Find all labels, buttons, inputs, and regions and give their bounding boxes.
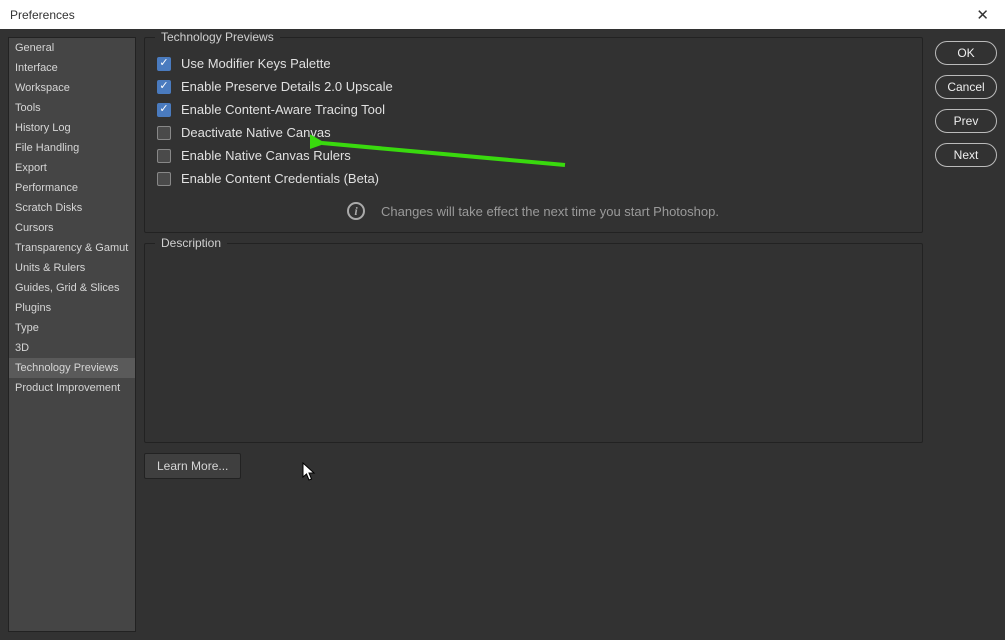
- sidebar-item-interface[interactable]: Interface: [9, 58, 135, 78]
- sidebar-item-cursors[interactable]: Cursors: [9, 218, 135, 238]
- sidebar-item-general[interactable]: General: [9, 38, 135, 58]
- preferences-window: Preferences ✕ GeneralInterfaceWorkspaceT…: [0, 0, 1005, 640]
- option-row: ✓ Enable Content-Aware Tracing Tool: [157, 98, 910, 121]
- option-label[interactable]: Use Modifier Keys Palette: [181, 56, 331, 71]
- option-row: ✓ Use Modifier Keys Palette: [157, 52, 910, 75]
- option-label[interactable]: Deactivate Native Canvas: [181, 125, 331, 140]
- sidebar: GeneralInterfaceWorkspaceToolsHistory Lo…: [8, 37, 136, 632]
- sidebar-item-export[interactable]: Export: [9, 158, 135, 178]
- description-label: Description: [155, 236, 227, 250]
- sidebar-item-performance[interactable]: Performance: [9, 178, 135, 198]
- sidebar-item-history-log[interactable]: History Log: [9, 118, 135, 138]
- sidebar-item-type[interactable]: Type: [9, 318, 135, 338]
- cancel-button[interactable]: Cancel: [935, 75, 997, 99]
- option-label[interactable]: Enable Content Credentials (Beta): [181, 171, 379, 186]
- option-label[interactable]: Enable Content-Aware Tracing Tool: [181, 102, 385, 117]
- sidebar-item-scratch-disks[interactable]: Scratch Disks: [9, 198, 135, 218]
- ok-button[interactable]: OK: [935, 41, 997, 65]
- option-row: Enable Native Canvas Rulers: [157, 144, 910, 167]
- option-label[interactable]: Enable Native Canvas Rulers: [181, 148, 351, 163]
- sidebar-item-3d[interactable]: 3D: [9, 338, 135, 358]
- content-area: GeneralInterfaceWorkspaceToolsHistory Lo…: [0, 29, 1005, 640]
- sidebar-item-technology-previews[interactable]: Technology Previews: [9, 358, 135, 378]
- checkbox[interactable]: ✓: [157, 80, 171, 94]
- sidebar-item-guides-grid-slices[interactable]: Guides, Grid & Slices: [9, 278, 135, 298]
- sidebar-item-transparency-gamut[interactable]: Transparency & Gamut: [9, 238, 135, 258]
- sidebar-item-units-rulers[interactable]: Units & Rulers: [9, 258, 135, 278]
- info-text: Changes will take effect the next time y…: [381, 204, 719, 219]
- option-row: Deactivate Native Canvas: [157, 121, 910, 144]
- sidebar-item-file-handling[interactable]: File Handling: [9, 138, 135, 158]
- learn-more-button[interactable]: Learn More...: [144, 453, 241, 479]
- info-icon: i: [347, 202, 365, 220]
- checkbox[interactable]: ✓: [157, 57, 171, 71]
- main-panel: Technology Previews ✓Use Modifier Keys P…: [144, 37, 927, 632]
- close-icon[interactable]: ✕: [970, 4, 995, 26]
- tech-previews-group: Technology Previews ✓Use Modifier Keys P…: [144, 37, 923, 233]
- next-button[interactable]: Next: [935, 143, 997, 167]
- group-label: Technology Previews: [155, 30, 280, 44]
- prev-button[interactable]: Prev: [935, 109, 997, 133]
- option-row: ✓ Enable Preserve Details 2.0 Upscale: [157, 75, 910, 98]
- description-group: Description: [144, 243, 923, 443]
- option-row: Enable Content Credentials (Beta): [157, 167, 910, 190]
- sidebar-item-plugins[interactable]: Plugins: [9, 298, 135, 318]
- sidebar-item-workspace[interactable]: Workspace: [9, 78, 135, 98]
- titlebar: Preferences ✕: [0, 0, 1005, 29]
- checkbox[interactable]: ✓: [157, 103, 171, 117]
- cursor-icon: [302, 462, 318, 482]
- button-column: OK Cancel Prev Next: [935, 37, 997, 632]
- window-title: Preferences: [10, 8, 75, 22]
- info-row: i Changes will take effect the next time…: [157, 202, 910, 220]
- option-label[interactable]: Enable Preserve Details 2.0 Upscale: [181, 79, 393, 94]
- sidebar-item-product-improvement[interactable]: Product Improvement: [9, 378, 135, 398]
- checkbox[interactable]: [157, 126, 171, 140]
- checkbox[interactable]: [157, 149, 171, 163]
- sidebar-item-tools[interactable]: Tools: [9, 98, 135, 118]
- checkbox[interactable]: [157, 172, 171, 186]
